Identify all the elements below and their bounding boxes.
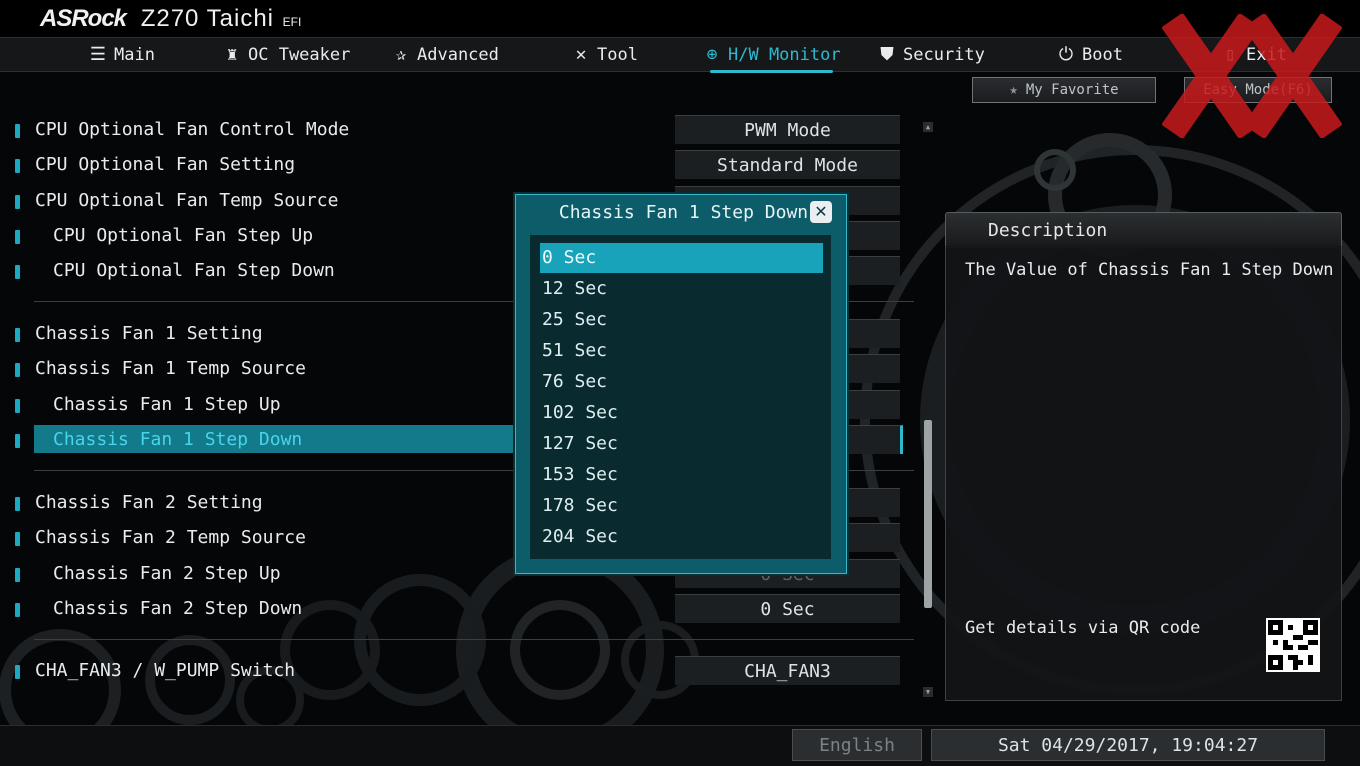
tab-advanced[interactable]: ✰ Advanced bbox=[391, 44, 499, 66]
tab-label: Tool bbox=[597, 45, 638, 65]
close-icon[interactable]: ✕ bbox=[810, 201, 832, 223]
tab-label: Advanced bbox=[417, 45, 499, 65]
row-marker bbox=[15, 195, 20, 209]
tab-tool[interactable]: ✕ Tool bbox=[571, 44, 638, 66]
setting-label: Chassis Fan 1 Temp Source bbox=[35, 358, 306, 379]
tab-boot[interactable]: ⏻ Boot bbox=[1056, 44, 1123, 66]
row-marker bbox=[15, 603, 20, 617]
option-item[interactable]: 127 Sec bbox=[540, 429, 823, 459]
model-name: Z270 Taichi bbox=[140, 5, 274, 32]
setting-label: Chassis Fan 2 Temp Source bbox=[35, 527, 306, 548]
tab-label: Exit bbox=[1246, 45, 1287, 65]
option-item-selected[interactable]: 0 Sec bbox=[540, 243, 823, 273]
star-icon: ✰ bbox=[395, 44, 407, 65]
qr-label: Get details via QR code bbox=[965, 618, 1201, 638]
row-marker bbox=[15, 230, 20, 244]
row-marker bbox=[15, 665, 20, 679]
row-marker bbox=[15, 434, 20, 448]
main-nav: ☰ Main ♜ OC Tweaker ✰ Advanced ✕ Tool ⊕ … bbox=[0, 37, 1360, 73]
setting-label: CHA_FAN3 / W_PUMP Switch bbox=[35, 660, 296, 681]
option-item[interactable]: 76 Sec bbox=[540, 367, 823, 397]
easy-mode-button[interactable]: Easy Mode(F6) bbox=[1184, 77, 1332, 103]
setting-label: CPU Optional Fan Setting bbox=[35, 154, 296, 175]
description-body: The Value of Chassis Fan 1 Step Down Get… bbox=[945, 246, 1342, 701]
language-selector[interactable]: English bbox=[792, 729, 922, 761]
row-marker bbox=[15, 497, 20, 511]
tab-exit[interactable]: ▯ Exit bbox=[1220, 44, 1287, 66]
option-item[interactable]: 204 Sec bbox=[540, 522, 823, 552]
setting-label: Chassis Fan 2 Step Down bbox=[53, 598, 303, 619]
setting-label: CPU Optional Fan Step Down bbox=[53, 260, 335, 281]
option-item[interactable]: 153 Sec bbox=[540, 460, 823, 490]
product-logo: ASRock Z270 Taichi EFI bbox=[40, 5, 301, 33]
setting-row[interactable]: Chassis Fan 2 Step Down 0 Sec bbox=[0, 594, 930, 624]
option-item[interactable]: 25 Sec bbox=[540, 305, 823, 335]
star-icon: ★ bbox=[1009, 82, 1018, 98]
option-item[interactable]: 12 Sec bbox=[540, 274, 823, 304]
section-divider bbox=[34, 639, 914, 640]
description-panel: Description The Value of Chassis Fan 1 S… bbox=[945, 212, 1342, 701]
row-marker bbox=[15, 568, 20, 582]
option-item[interactable]: 102 Sec bbox=[540, 398, 823, 428]
setting-value[interactable]: PWM Mode bbox=[675, 115, 900, 144]
qr-code-icon bbox=[1266, 618, 1320, 672]
scroll-up-arrow-icon[interactable]: ▲ bbox=[923, 122, 933, 132]
row-marker bbox=[15, 265, 20, 279]
setting-label: Chassis Fan 2 Step Up bbox=[53, 563, 281, 584]
option-item[interactable]: 51 Sec bbox=[540, 336, 823, 366]
setting-label: Chassis Fan 2 Setting bbox=[35, 492, 263, 513]
setting-value[interactable]: CHA_FAN3 bbox=[675, 656, 900, 685]
tab-label: OC Tweaker bbox=[248, 45, 351, 65]
description-header: Description bbox=[945, 212, 1342, 248]
row-marker bbox=[15, 399, 20, 413]
tab-security[interactable]: ⛊ Security bbox=[877, 44, 985, 66]
tab-main[interactable]: ☰ Main bbox=[88, 44, 155, 66]
setting-row[interactable]: CHA_FAN3 / W_PUMP Switch CHA_FAN3 bbox=[0, 656, 930, 686]
easy-mode-label: Easy Mode(F6) bbox=[1203, 82, 1313, 98]
scrollbar-thumb[interactable] bbox=[924, 420, 932, 608]
date-time-display[interactable]: Sat 04/29/2017, 19:04:27 bbox=[931, 729, 1325, 761]
my-favorite-button[interactable]: ★ My Favorite bbox=[972, 77, 1156, 103]
row-marker bbox=[15, 363, 20, 377]
description-text: The Value of Chassis Fan 1 Step Down bbox=[965, 260, 1334, 280]
dialog-title: Chassis Fan 1 Step Down bbox=[558, 202, 809, 223]
row-marker bbox=[15, 328, 20, 342]
tab-label: H/W Monitor bbox=[728, 45, 841, 65]
setting-row[interactable]: CPU Optional Fan Control Mode PWM Mode bbox=[0, 115, 930, 145]
tab-label: Security bbox=[903, 45, 985, 65]
efi-suffix: EFI bbox=[282, 15, 302, 29]
tab-label: Boot bbox=[1082, 45, 1123, 65]
brand-name: ASRock bbox=[40, 5, 127, 32]
setting-label: CPU Optional Fan Temp Source bbox=[35, 190, 339, 211]
rocket-icon: ♜ bbox=[226, 44, 238, 65]
setting-value[interactable]: 0 Sec bbox=[675, 594, 900, 623]
setting-value[interactable]: Standard Mode bbox=[675, 150, 900, 179]
row-marker bbox=[15, 532, 20, 546]
setting-label: CPU Optional Fan Control Mode bbox=[35, 119, 350, 140]
description-title: Description bbox=[988, 220, 1108, 241]
power-icon: ⏻ bbox=[1058, 44, 1074, 65]
step-down-dialog: Chassis Fan 1 Step Down ✕ 0 Sec 12 Sec 2… bbox=[515, 194, 847, 574]
setting-label: Chassis Fan 1 Step Down bbox=[53, 429, 303, 450]
my-favorite-label: My Favorite bbox=[1025, 82, 1119, 98]
exit-icon: ▯ bbox=[1224, 44, 1236, 65]
setting-label: Chassis Fan 1 Setting bbox=[35, 323, 263, 344]
monitor-icon: ⊕ bbox=[706, 44, 718, 65]
scroll-down-arrow-icon[interactable]: ▼ bbox=[923, 687, 933, 697]
option-item[interactable]: 178 Sec bbox=[540, 491, 823, 521]
tab-hw-monitor[interactable]: ⊕ H/W Monitor bbox=[702, 44, 841, 73]
title-bar: ASRock Z270 Taichi EFI bbox=[0, 0, 1360, 37]
tab-label: Main bbox=[114, 45, 155, 65]
row-marker bbox=[15, 124, 20, 138]
row-marker bbox=[15, 159, 20, 173]
tools-icon: ✕ bbox=[575, 44, 587, 65]
option-list: 0 Sec 12 Sec 25 Sec 51 Sec 76 Sec 102 Se… bbox=[530, 235, 831, 559]
shield-icon: ⛊ bbox=[880, 44, 894, 65]
tab-oc-tweaker[interactable]: ♜ OC Tweaker bbox=[222, 44, 351, 66]
setting-label: Chassis Fan 1 Step Up bbox=[53, 394, 281, 415]
setting-row[interactable]: CPU Optional Fan Setting Standard Mode bbox=[0, 150, 930, 180]
setting-label: CPU Optional Fan Step Up bbox=[53, 225, 314, 246]
list-icon: ☰ bbox=[89, 44, 107, 65]
settings-scrollbar[interactable]: ▲ ▼ bbox=[923, 122, 933, 697]
